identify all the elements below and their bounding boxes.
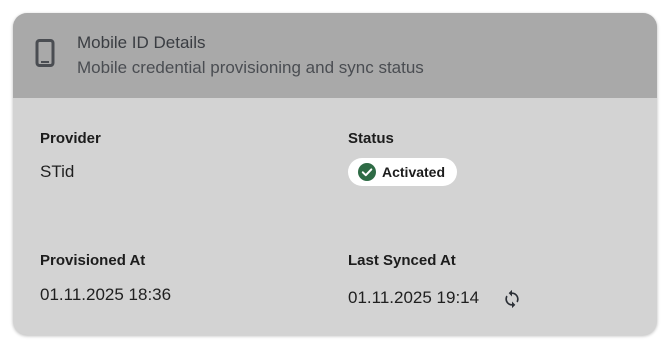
mobile-id-details-card: Mobile ID Details Mobile credential prov… [13,13,657,335]
provider-value: STid [40,162,75,181]
status-badge: Activated [348,158,458,186]
status-label: Status [348,130,394,147]
card-subtitle: Mobile credential provisioning and sync … [77,58,424,77]
provisioned-at-value: 01.11.2025 18:36 [40,285,172,304]
last-synced-at-label: Last Synced At [348,252,456,269]
mobile-phone-icon [35,39,55,67]
check-circle-icon [358,163,376,181]
provisioned-at-label: Provisioned At [40,252,146,269]
provider-label: Provider [40,130,101,147]
last-synced-at-value: 01.11.2025 19:14 [348,288,480,307]
sync-icon[interactable] [502,289,522,309]
card-header: Mobile ID Details Mobile credential prov… [13,13,657,98]
status-value: Activated [382,164,446,180]
card-title: Mobile ID Details [77,33,206,52]
